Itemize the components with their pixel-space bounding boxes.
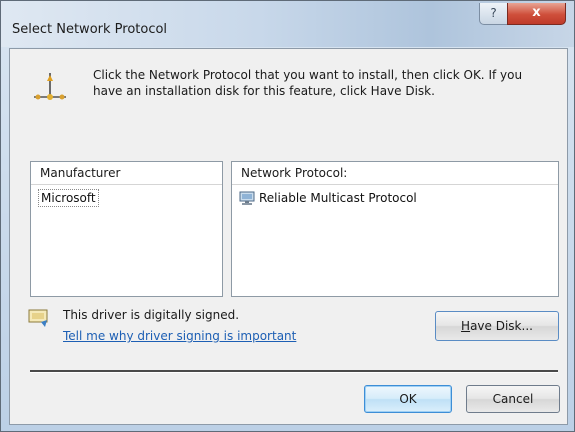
- driver-signed-status: This driver is digitally signed.: [63, 308, 240, 322]
- dialog-window: Select Network Protocol ? x Click the Ne…: [0, 0, 575, 432]
- list-item-label: Microsoft: [38, 189, 99, 207]
- protocol-item-reliable-multicast[interactable]: Reliable Multicast Protocol: [232, 188, 558, 208]
- signed-driver-icon: [28, 309, 48, 327]
- title-bar[interactable]: Select Network Protocol ? x: [1, 1, 574, 47]
- manufacturer-list[interactable]: Manufacturer Microsoft: [30, 161, 223, 297]
- have-disk-button[interactable]: Have Disk...: [435, 311, 559, 341]
- have-disk-label: ave Disk...: [470, 319, 533, 333]
- close-button[interactable]: x: [507, 3, 566, 25]
- driver-signing-link[interactable]: Tell me why driver signing is important: [63, 329, 296, 343]
- driver-signing-section: This driver is digitally signed. Tell me…: [28, 305, 328, 345]
- separator-line: [30, 370, 558, 373]
- window-title: Select Network Protocol: [12, 22, 168, 37]
- protocol-column-header[interactable]: Network Protocol:: [232, 162, 558, 185]
- help-button[interactable]: ?: [479, 3, 508, 25]
- have-disk-access-key: H: [461, 319, 471, 333]
- ok-button[interactable]: OK: [364, 385, 452, 413]
- manufacturer-column-header[interactable]: Manufacturer: [31, 162, 222, 185]
- cancel-button[interactable]: Cancel: [466, 385, 560, 413]
- protocol-list[interactable]: Network Protocol: Reliable Multicast Pro…: [231, 161, 559, 297]
- manufacturer-item-microsoft[interactable]: Microsoft: [31, 188, 222, 208]
- network-adapter-icon: [239, 191, 255, 205]
- dialog-body: Click the Network Protocol that you want…: [9, 48, 568, 425]
- list-item-label: Reliable Multicast Protocol: [259, 191, 417, 205]
- intro-instructions: Click the Network Protocol that you want…: [93, 68, 523, 98]
- intro-section: Click the Network Protocol that you want…: [30, 63, 550, 113]
- network-protocol-icon: [34, 73, 66, 100]
